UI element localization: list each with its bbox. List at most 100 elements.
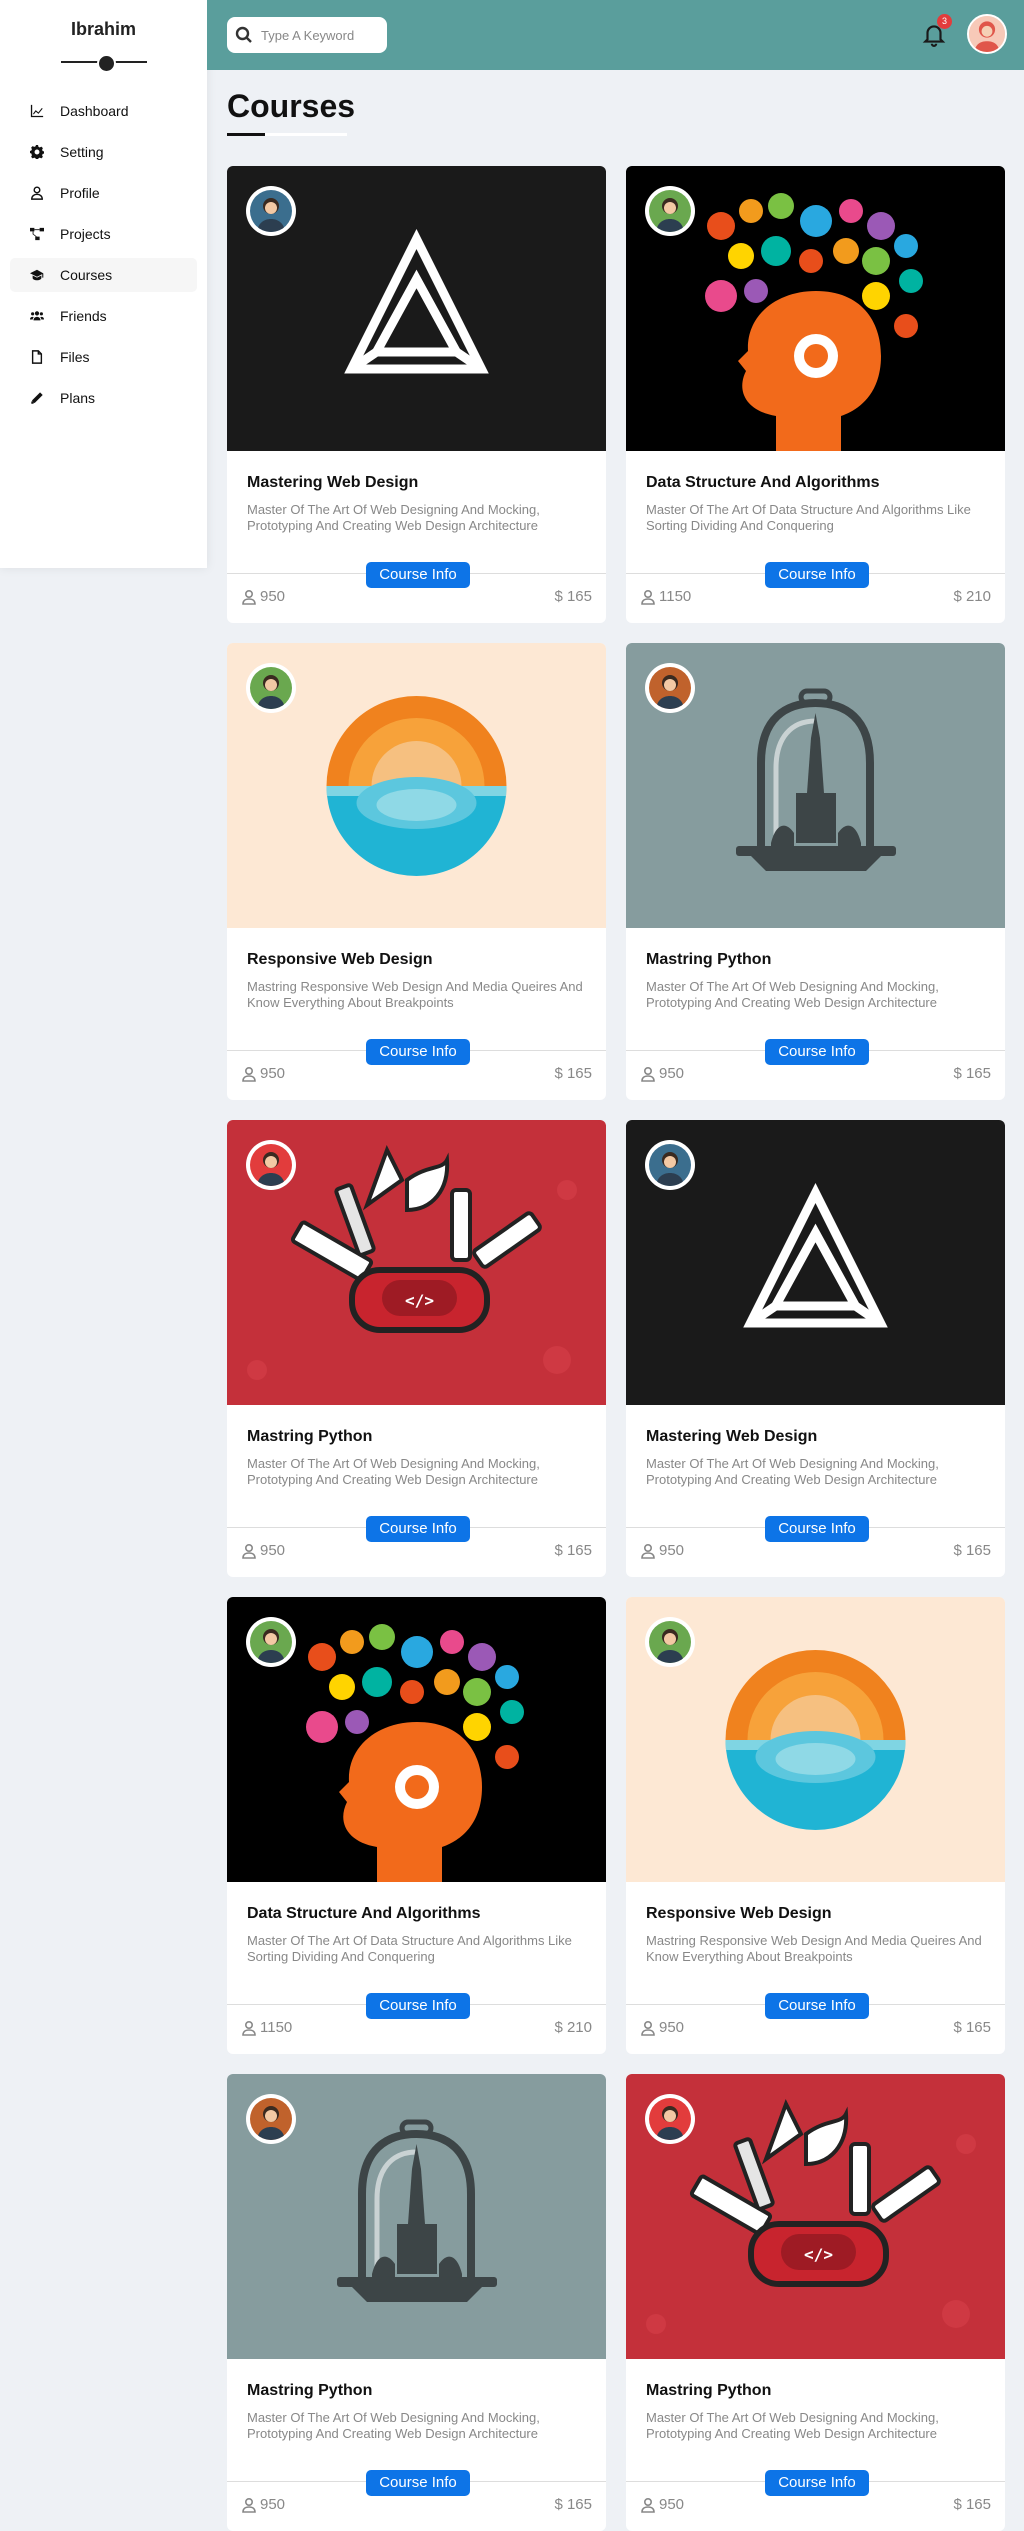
course-info-button[interactable]: Course Info xyxy=(765,1993,869,2019)
file-icon xyxy=(31,350,43,364)
pen-icon xyxy=(31,392,43,404)
instructor-avatar xyxy=(645,663,695,713)
user-avatar[interactable] xyxy=(967,14,1007,54)
course-price: $ 210 xyxy=(554,2019,592,2036)
sidebar-item-label: Setting xyxy=(60,144,104,160)
student-count-value: 950 xyxy=(260,2496,286,2513)
sidebar-item-label: Dashboard xyxy=(60,103,129,119)
course-card: Mastering Web Design Master Of The Art O… xyxy=(227,166,606,623)
sidebar-item-plans[interactable]: Plans xyxy=(10,381,197,415)
user-icon xyxy=(242,2020,256,2036)
course-title: Mastering Web Design xyxy=(247,474,419,491)
course-info-button[interactable]: Course Info xyxy=(765,1039,869,1065)
brand-name: Ibrahim xyxy=(70,19,136,39)
course-description: Master Of The Art Of Data Structure And … xyxy=(646,502,971,533)
notification-badge: 3 xyxy=(937,14,952,29)
instructor-avatar xyxy=(246,663,296,713)
course-card: </> Mastring Python Master Of The Art Of… xyxy=(227,1120,606,1577)
user-icon xyxy=(641,2020,655,2036)
user-icon xyxy=(641,1543,655,1559)
course-image xyxy=(227,166,606,451)
instructor-avatar xyxy=(246,1140,296,1190)
svg-text:</>: </> xyxy=(804,2245,833,2264)
course-title: Mastring Python xyxy=(247,1428,373,1445)
course-info-button[interactable]: Course Info xyxy=(366,2470,470,2496)
brand-divider xyxy=(60,54,147,73)
student-count: 1150 xyxy=(640,588,691,605)
sidebar-item-label: Files xyxy=(60,349,90,365)
course-image xyxy=(626,643,1005,928)
instructor-avatar-image xyxy=(649,190,691,232)
course-card: Data Structure And Algorithms Master Of … xyxy=(626,166,1005,623)
page-title: Courses xyxy=(227,88,356,124)
sidebar-nav: Dashboard Setting Profile Projects Cours… xyxy=(0,94,207,415)
diagram-icon xyxy=(30,227,44,241)
course-description: Master Of The Art Of Web Designing And M… xyxy=(646,2410,939,2441)
student-count: 950 xyxy=(241,2496,285,2513)
user-icon xyxy=(641,589,655,605)
sidebar-item-friends[interactable]: Friends xyxy=(10,299,197,333)
course-image xyxy=(626,1120,1005,1405)
course-image xyxy=(626,1597,1005,1882)
course-title: Data Structure And Algorithms xyxy=(247,1905,481,1922)
course-price: $ 210 xyxy=(953,588,991,605)
course-price: $ 165 xyxy=(953,1065,991,1082)
student-count: 950 xyxy=(640,2496,684,2513)
course-price: $ 165 xyxy=(953,2496,991,2513)
course-description: Master Of The Art Of Web Designing And M… xyxy=(646,979,939,1010)
search-input[interactable] xyxy=(261,27,371,43)
course-info-button[interactable]: Course Info xyxy=(366,1516,470,1542)
sidebar-item-label: Courses xyxy=(60,267,113,283)
instructor-avatar xyxy=(645,1617,695,1667)
instructor-avatar xyxy=(246,2094,296,2144)
instructor-avatar-image xyxy=(250,667,292,709)
courses-grid: Mastering Web Design Master Of The Art O… xyxy=(227,166,1005,2531)
sidebar-item-files[interactable]: Files xyxy=(10,340,197,374)
course-title: Data Structure And Algorithms xyxy=(646,474,880,491)
course-info-button[interactable]: Course Info xyxy=(366,1039,470,1065)
user-icon xyxy=(242,2497,256,2513)
course-image xyxy=(227,643,606,928)
instructor-avatar xyxy=(645,1140,695,1190)
sidebar-item-courses[interactable]: Courses xyxy=(10,258,197,292)
course-image: </> xyxy=(227,1120,606,1405)
course-price: $ 165 xyxy=(554,588,592,605)
user-icon xyxy=(242,589,256,605)
sidebar-item-profile[interactable]: Profile xyxy=(10,176,197,210)
course-info-button[interactable]: Course Info xyxy=(765,1516,869,1542)
course-title: Mastring Python xyxy=(646,2382,772,2399)
course-card: Mastring Python Master Of The Art Of Web… xyxy=(227,2074,606,2531)
course-title: Mastring Python xyxy=(247,2382,373,2399)
student-count-value: 950 xyxy=(260,588,286,605)
sidebar-item-projects[interactable]: Projects xyxy=(10,217,197,251)
student-count: 1150 xyxy=(241,2019,292,2036)
svg-text:</>: </> xyxy=(405,1291,434,1310)
student-count-value: 950 xyxy=(659,2019,685,2036)
course-description: Master Of The Art Of Web Designing And M… xyxy=(247,502,540,533)
user-icon xyxy=(641,2497,655,2513)
instructor-avatar-image xyxy=(649,667,691,709)
course-info-button[interactable]: Course Info xyxy=(765,2470,869,2496)
course-card: Mastering Web Design Master Of The Art O… xyxy=(626,1120,1005,1577)
sidebar-item-setting[interactable]: Setting xyxy=(10,135,197,169)
course-card: Responsive Web Design Mastring Responsiv… xyxy=(227,643,606,1100)
course-info-button[interactable]: Course Info xyxy=(765,562,869,588)
course-card: </> Mastring Python Master Of The Art Of… xyxy=(626,2074,1005,2531)
student-count: 950 xyxy=(241,1065,285,1082)
instructor-avatar xyxy=(246,186,296,236)
instructor-avatar-image xyxy=(250,190,292,232)
user-icon xyxy=(31,186,43,200)
course-image: </> xyxy=(626,2074,1005,2359)
course-title: Responsive Web Design xyxy=(646,1905,832,1922)
users-icon xyxy=(30,311,44,321)
search-box[interactable] xyxy=(227,17,387,53)
course-info-button[interactable]: Course Info xyxy=(366,1993,470,2019)
instructor-avatar-image xyxy=(250,1621,292,1663)
course-description: Mastring Responsive Web Design And Media… xyxy=(247,979,583,1010)
instructor-avatar xyxy=(645,2094,695,2144)
course-price: $ 165 xyxy=(953,2019,991,2036)
course-info-button[interactable]: Course Info xyxy=(366,562,470,588)
notifications-button[interactable]: 3 xyxy=(921,14,952,47)
course-price: $ 165 xyxy=(554,1065,592,1082)
sidebar-item-dashboard[interactable]: Dashboard xyxy=(10,94,197,128)
